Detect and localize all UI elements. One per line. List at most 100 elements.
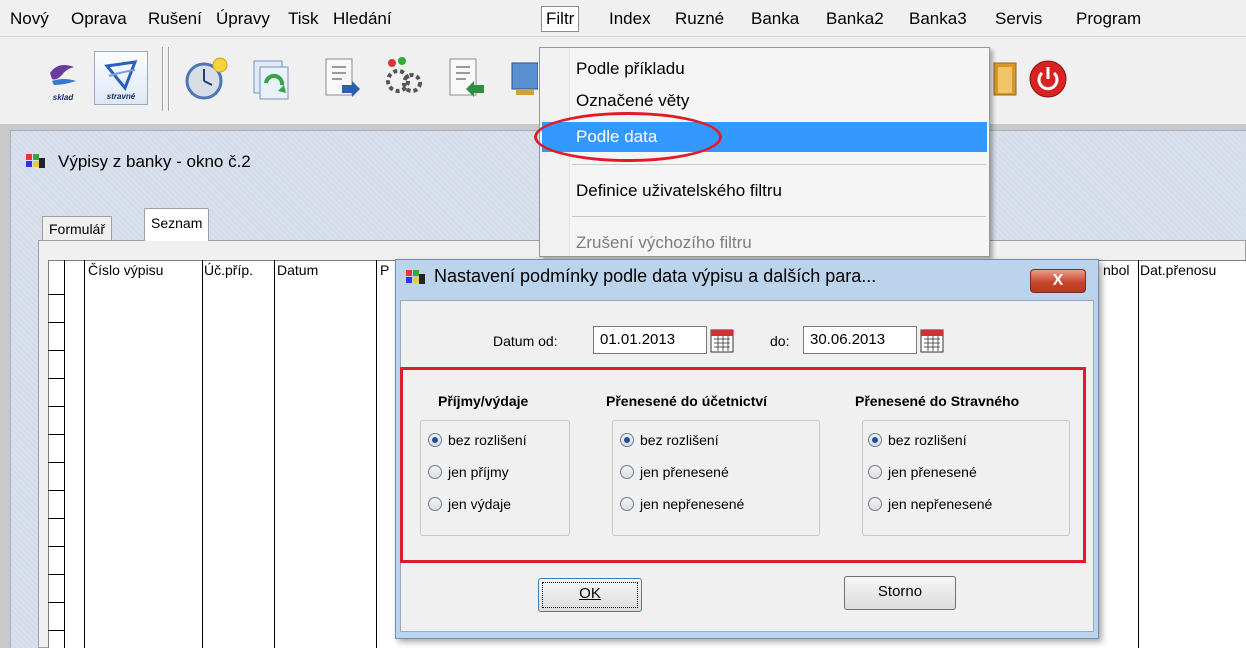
power-button[interactable] [1026, 51, 1080, 105]
storno-label: Storno [877, 583, 923, 600]
column-header-symbol[interactable]: nbol [1103, 262, 1129, 278]
radio-ucetnictvi-jen-neprenesene[interactable]: jen nepřenesené [618, 494, 744, 514]
menu-banka3[interactable]: Banka3 [909, 7, 967, 31]
menu-index[interactable]: Index [609, 7, 651, 31]
radio-label: bez rozlišení [888, 432, 967, 448]
radio-ucetnictvi-bez-rozliseni[interactable]: bez rozlišení [618, 430, 719, 450]
radio-label: jen příjmy [448, 464, 509, 480]
row-marker [48, 322, 64, 323]
ok-button[interactable]: OK [538, 578, 642, 612]
tab-seznam[interactable]: Seznam [144, 208, 210, 241]
row-marker [48, 602, 64, 603]
menu-oprava[interactable]: Oprava [71, 7, 127, 31]
row-marker [48, 462, 64, 463]
date-from-label: Datum od: [493, 333, 558, 349]
row-marker [48, 350, 64, 351]
radio-jen-vydaje[interactable]: jen výdaje [426, 494, 511, 514]
grid-line [376, 260, 377, 648]
menu-upravy[interactable]: Úpravy [216, 7, 270, 31]
calendar-icon[interactable] [710, 329, 734, 353]
menu-item-zruseni-filtru: Zrušení výchozího filtru [542, 228, 987, 258]
row-marker [48, 406, 64, 407]
tab-formular[interactable]: Formulář [42, 216, 113, 240]
grid-line [274, 260, 275, 648]
radio-icon [428, 497, 442, 511]
date-to-label: do: [770, 333, 790, 349]
column-header-datum[interactable]: Datum [277, 262, 318, 278]
sklad-caption: sklad [52, 93, 74, 102]
menu-item-label: Označené věty [576, 91, 690, 110]
column-header-p[interactable]: P [380, 262, 389, 278]
grid-line [64, 260, 65, 648]
monitor-button[interactable] [502, 51, 538, 105]
radio-stravne-jen-neprenesene[interactable]: jen nepřenesené [866, 494, 992, 514]
monitor-icon [511, 62, 538, 95]
radio-stravne-bez-rozliseni[interactable]: bez rozlišení [866, 430, 967, 450]
menu-item-label: Podle příkladu [576, 59, 685, 78]
menu-tisk[interactable]: Tisk [288, 7, 319, 31]
radio-label: jen výdaje [448, 496, 512, 512]
radio-label: jen nepřenesené [888, 496, 993, 512]
menu-banka[interactable]: Banka [751, 7, 799, 31]
row-marker [48, 490, 64, 491]
sklad-button[interactable]: sklad [36, 51, 90, 105]
radio-label: jen nepřenesené [640, 496, 745, 512]
import-icon [325, 58, 360, 97]
menu-banka2[interactable]: Banka2 [826, 7, 884, 31]
date-from-field[interactable]: 01.01.2013 [593, 326, 707, 354]
radio-jen-prijmy[interactable]: jen příjmy [426, 462, 509, 482]
menu-item-definice-filtru[interactable]: Definice uživatelského filtru [542, 176, 987, 206]
radio-icon [620, 497, 634, 511]
menu-filtr[interactable]: Filtr [541, 6, 580, 32]
group-title-stravne: Přenesené do Stravného [855, 393, 1020, 409]
menu-ruseni[interactable]: Rušení [148, 7, 202, 31]
settings-button[interactable] [378, 51, 432, 105]
calendar-icon[interactable] [920, 329, 944, 353]
row-marker [48, 294, 64, 295]
stravne-button[interactable]: stravné [94, 51, 148, 105]
storno-button[interactable]: Storno [844, 576, 956, 610]
refresh-button[interactable] [246, 51, 300, 105]
radio-label: bez rozlišení [640, 432, 719, 448]
radio-label: jen přenesené [888, 464, 977, 480]
close-icon: X [1052, 272, 1064, 289]
radio-icon [868, 497, 882, 511]
window-title-text: Výpisy z banky - okno č.2 [58, 152, 251, 171]
row-marker [48, 518, 64, 519]
date-to-field[interactable]: 30.06.2013 [803, 326, 917, 354]
annotation-circle [534, 112, 722, 162]
radio-selected-icon [868, 433, 882, 447]
column-header-cislo-vypisu[interactable]: Číslo výpisu [88, 262, 163, 278]
menu-novy[interactable]: Nový [10, 7, 49, 31]
radio-ucetnictvi-jen-prenesene[interactable]: jen přenesené [618, 462, 729, 482]
dialog-title: Nastavení podmínky podle data výpisu a d… [434, 266, 877, 286]
grid-line [84, 260, 85, 648]
toolbar-separator [168, 47, 170, 111]
radio-selected-icon [620, 433, 634, 447]
menu-item-podle-prikladu[interactable]: Podle příkladu [542, 54, 987, 84]
app-window-icon [406, 270, 425, 284]
column-header-dat-prenosu[interactable]: Dat.přenosu [1140, 262, 1216, 278]
stravne-caption: stravné [106, 92, 136, 101]
folder-button[interactable] [992, 51, 1022, 105]
grid-line [202, 260, 203, 648]
export-button[interactable] [440, 51, 494, 105]
import-button[interactable] [314, 51, 368, 105]
menu-servis[interactable]: Servis [995, 7, 1042, 31]
clock-button[interactable] [180, 51, 234, 105]
toolbar-separator [162, 47, 164, 111]
radio-prijmy-bez-rozliseni[interactable]: bez rozlišení [426, 430, 527, 450]
group-title-ucetnictvi: Přenesené do účetnictví [606, 393, 768, 409]
row-marker [48, 630, 64, 631]
radio-stravne-jen-prenesene[interactable]: jen přenesené [866, 462, 977, 482]
settings-icon [386, 57, 422, 93]
radio-icon [868, 465, 882, 479]
menu-hledani[interactable]: Hledání [333, 7, 392, 31]
menu-item-label: Definice uživatelského filtru [576, 181, 782, 200]
close-button[interactable]: X [1030, 269, 1086, 293]
group-title-prijmy-vydaje: Příjmy/výdaje [438, 393, 529, 409]
column-header-uc-prip[interactable]: Úč.příp. [204, 262, 253, 278]
menu-ruzne[interactable]: Ruzné [675, 7, 724, 31]
menu-program[interactable]: Program [1076, 7, 1141, 31]
row-marker [48, 378, 64, 379]
